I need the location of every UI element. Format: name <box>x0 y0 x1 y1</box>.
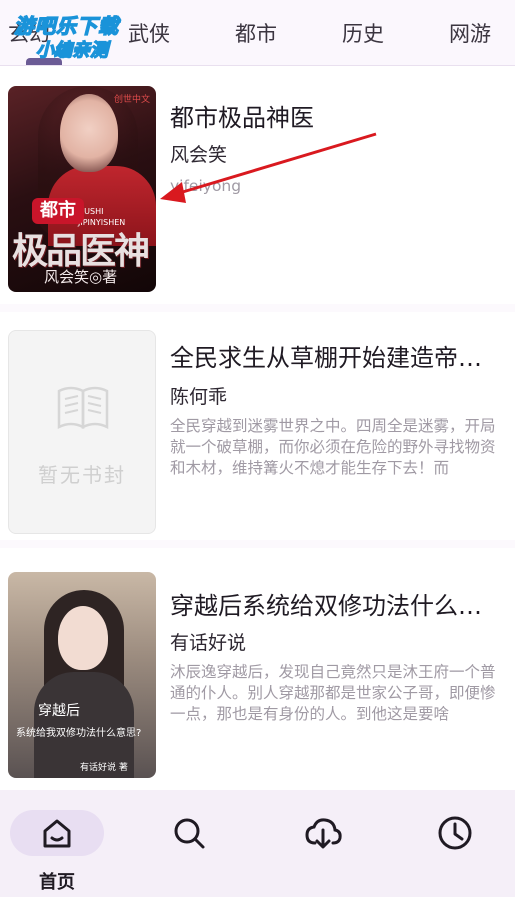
book-author: 有话好说 <box>170 632 247 654</box>
book-title: 都市极品神医 <box>170 104 314 132</box>
watermark-line1: 游吧乐下载 <box>13 13 119 38</box>
home-icon <box>43 819 71 848</box>
category-tabs: 玄幻 武侠 都市 历史 网游 游吧乐下载 小编亲测 <box>0 0 515 66</box>
nav-download[interactable] <box>276 810 370 890</box>
book-title: 全民求生从草棚开始建造帝… <box>170 344 482 372</box>
cover-title: 穿越后 <box>38 703 80 719</box>
list-divider <box>0 540 515 548</box>
book-intro: 全民穿越到迷雾世界之中。四周全是迷雾，开局就一个破草棚，而你必须在危险的野外寻找… <box>170 417 496 477</box>
book-item[interactable]: 穿越后 系统给我双修功法什么意思? 有话好说 著 穿越后系统给双修功法什么… 有… <box>0 548 515 786</box>
search-icon <box>174 818 205 849</box>
nav-home[interactable]: 首页 <box>10 810 104 893</box>
tab-dushi[interactable]: 都市 <box>235 18 277 48</box>
book-item[interactable]: 暂无书封 全民求生从草棚开始建造帝… 陈何乖 全民穿越到迷雾世界之中。四周全是迷… <box>0 312 515 540</box>
download-cloud-icon <box>305 818 342 849</box>
book-author: 陈何乖 <box>170 386 228 408</box>
cover-author: 有话好说 著 <box>80 763 128 773</box>
book-author: 风会笑 <box>170 144 228 166</box>
cover-figure-face <box>60 94 118 172</box>
book-title: 穿越后系统给双修功法什么… <box>170 592 482 620</box>
cover-genre-tag: 都市 <box>32 198 84 224</box>
book-item[interactable]: 创世中文 DUSHI JIPINYISHEN 都市 极品医神 风会笑◎著 都市极… <box>0 66 515 304</box>
book-cover[interactable]: 创世中文 DUSHI JIPINYISHEN 都市 极品医神 风会笑◎著 <box>8 86 156 292</box>
tab-lishi[interactable]: 历史 <box>342 18 384 48</box>
placeholder-text: 暂无书封 <box>38 463 126 487</box>
site-watermark: 游吧乐下载 小编亲测 <box>13 10 154 62</box>
list-divider <box>0 304 515 312</box>
book-intro: yifeiyong <box>170 177 242 195</box>
nav-search[interactable] <box>142 810 236 890</box>
book-intro: 沐辰逸穿越后，发现自己竟然只是沐王府一个普通的仆人。别人穿越那都是世家公子哥，即… <box>170 663 496 723</box>
book-cover[interactable]: 穿越后 系统给我双修功法什么意思? 有话好说 著 <box>8 572 156 778</box>
cover-author: 风会笑◎著 <box>44 268 118 286</box>
cover-figure-face <box>58 606 108 670</box>
cover-subtitle: 系统给我双修功法什么意思? <box>16 728 142 739</box>
bottom-nav: 首页 <box>0 790 515 897</box>
nav-home-label: 首页 <box>39 872 75 893</box>
book-cover-placeholder[interactable]: 暂无书封 <box>8 330 156 534</box>
nav-history[interactable] <box>408 810 502 890</box>
history-clock-icon <box>438 816 472 850</box>
cover-brand: 创世中文 <box>113 95 150 105</box>
book-placeholder-icon <box>57 386 109 430</box>
tab-wangyou[interactable]: 网游 <box>449 18 491 48</box>
watermark-line2: 小编亲测 <box>35 39 108 61</box>
